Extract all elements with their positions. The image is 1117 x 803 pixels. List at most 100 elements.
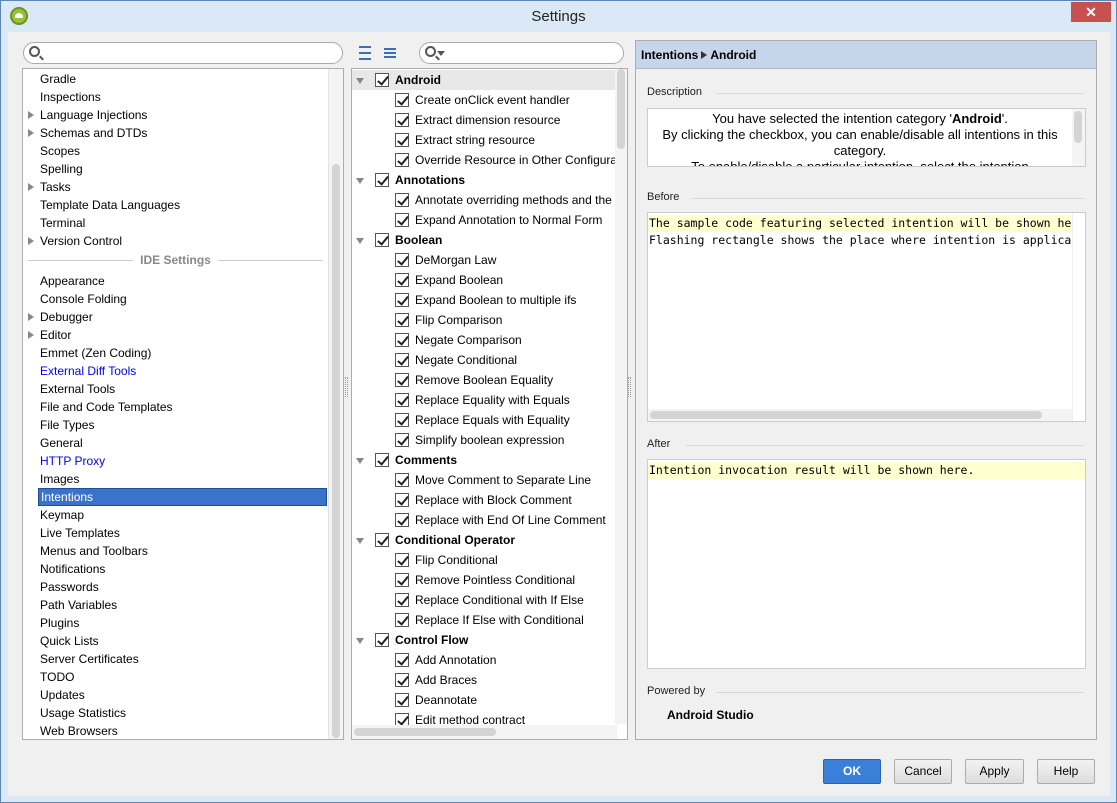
- intention-item[interactable]: Flip Comparison: [352, 310, 617, 330]
- checkbox[interactable]: [395, 373, 409, 387]
- settings-tree-item[interactable]: Intentions: [38, 488, 327, 506]
- checkbox[interactable]: [395, 673, 409, 687]
- checkbox[interactable]: [395, 473, 409, 487]
- intentions-search-input[interactable]: [419, 42, 624, 64]
- intention-item[interactable]: Expand Annotation to Normal Form: [352, 210, 617, 230]
- settings-tree-item[interactable]: Tasks: [23, 178, 328, 196]
- close-button[interactable]: ✕: [1071, 2, 1111, 22]
- checkbox[interactable]: [395, 333, 409, 347]
- before-hscrollbar[interactable]: [648, 409, 1072, 421]
- intention-item[interactable]: Replace with End Of Line Comment: [352, 510, 617, 530]
- checkbox[interactable]: [375, 233, 389, 247]
- settings-tree-item[interactable]: Live Templates: [23, 524, 328, 542]
- before-vscrollbar[interactable]: [1072, 213, 1085, 421]
- scrollbar-thumb[interactable]: [650, 411, 1042, 419]
- checkbox[interactable]: [395, 193, 409, 207]
- expand-arrow-icon[interactable]: [28, 129, 34, 137]
- checkbox[interactable]: [395, 653, 409, 667]
- checkbox[interactable]: [395, 393, 409, 407]
- intention-category[interactable]: Comments: [352, 450, 617, 470]
- intention-item[interactable]: Remove Boolean Equality: [352, 370, 617, 390]
- settings-tree-item[interactable]: Terminal: [23, 214, 328, 232]
- intention-item[interactable]: Replace If Else with Conditional: [352, 610, 617, 630]
- expand-arrow-icon[interactable]: [28, 237, 34, 245]
- settings-tree-item[interactable]: Console Folding: [23, 290, 328, 308]
- settings-search-input[interactable]: [23, 42, 343, 64]
- checkbox[interactable]: [395, 93, 409, 107]
- checkbox[interactable]: [395, 513, 409, 527]
- ok-button[interactable]: OK: [823, 759, 881, 784]
- intention-item[interactable]: Move Comment to Separate Line: [352, 470, 617, 490]
- intention-item[interactable]: Replace with Block Comment: [352, 490, 617, 510]
- intentions-vscrollbar[interactable]: [615, 69, 627, 724]
- expand-arrow-icon[interactable]: [28, 111, 34, 119]
- collapse-arrow-icon[interactable]: [356, 458, 364, 464]
- settings-tree-item[interactable]: Web Browsers: [23, 722, 328, 739]
- intention-category[interactable]: Conditional Operator: [352, 530, 617, 550]
- settings-tree-item[interactable]: Inspections: [23, 88, 328, 106]
- expand-all-icon[interactable]: [358, 46, 372, 60]
- settings-tree-item[interactable]: Template Data Languages: [23, 196, 328, 214]
- settings-tree-item[interactable]: Path Variables: [23, 596, 328, 614]
- checkbox[interactable]: [375, 633, 389, 647]
- checkbox[interactable]: [395, 693, 409, 707]
- intention-item[interactable]: Deannotate: [352, 690, 617, 710]
- checkbox[interactable]: [395, 313, 409, 327]
- scrollbar-thumb[interactable]: [354, 728, 496, 736]
- intention-item[interactable]: Expand Boolean to multiple ifs: [352, 290, 617, 310]
- scrollbar-thumb[interactable]: [332, 164, 340, 738]
- description-scrollbar[interactable]: [1072, 109, 1085, 166]
- intention-item[interactable]: Negate Conditional: [352, 350, 617, 370]
- intention-item[interactable]: Expand Boolean: [352, 270, 617, 290]
- intention-item[interactable]: Replace Conditional with If Else: [352, 590, 617, 610]
- intention-item[interactable]: Extract dimension resource: [352, 110, 617, 130]
- intention-item[interactable]: Replace Equality with Equals: [352, 390, 617, 410]
- settings-tree-item[interactable]: Quick Lists: [23, 632, 328, 650]
- checkbox[interactable]: [395, 433, 409, 447]
- collapse-arrow-icon[interactable]: [356, 538, 364, 544]
- intention-category[interactable]: Annotations: [352, 170, 617, 190]
- settings-tree-item[interactable]: Schemas and DTDs: [23, 124, 328, 142]
- checkbox[interactable]: [395, 573, 409, 587]
- title-bar[interactable]: Settings ✕: [1, 1, 1116, 31]
- settings-tree-item[interactable]: External Diff Tools: [23, 362, 328, 380]
- collapse-all-icon[interactable]: [383, 46, 397, 60]
- collapse-arrow-icon[interactable]: [356, 638, 364, 644]
- checkbox[interactable]: [395, 493, 409, 507]
- checkbox[interactable]: [395, 353, 409, 367]
- settings-tree-item[interactable]: HTTP Proxy: [23, 452, 328, 470]
- settings-tree-item[interactable]: Emmet (Zen Coding): [23, 344, 328, 362]
- settings-tree-item[interactable]: Debugger: [23, 308, 328, 326]
- collapse-arrow-icon[interactable]: [356, 178, 364, 184]
- scrollbar-thumb[interactable]: [617, 69, 625, 149]
- intention-category[interactable]: Boolean: [352, 230, 617, 250]
- settings-tree-item[interactable]: Appearance: [23, 272, 328, 290]
- settings-tree-item[interactable]: Plugins: [23, 614, 328, 632]
- checkbox[interactable]: [395, 593, 409, 607]
- checkbox[interactable]: [395, 273, 409, 287]
- collapse-arrow-icon[interactable]: [356, 78, 364, 84]
- settings-tree-item[interactable]: Version Control: [23, 232, 328, 250]
- intention-item[interactable]: Remove Pointless Conditional: [352, 570, 617, 590]
- intention-category[interactable]: Android: [352, 70, 617, 90]
- intention-item[interactable]: Flip Conditional: [352, 550, 617, 570]
- settings-tree-item[interactable]: Usage Statistics: [23, 704, 328, 722]
- settings-tree-item[interactable]: Server Certificates: [23, 650, 328, 668]
- intention-item[interactable]: Replace Equals with Equality: [352, 410, 617, 430]
- intention-item[interactable]: Add Annotation: [352, 650, 617, 670]
- settings-tree-item[interactable]: Language Injections: [23, 106, 328, 124]
- checkbox[interactable]: [395, 153, 409, 167]
- settings-tree-scrollbar[interactable]: [328, 69, 343, 739]
- checkbox[interactable]: [375, 453, 389, 467]
- apply-button[interactable]: Apply: [965, 759, 1024, 784]
- expand-arrow-icon[interactable]: [28, 183, 34, 191]
- checkbox[interactable]: [395, 293, 409, 307]
- settings-tree-item[interactable]: General: [23, 434, 328, 452]
- expand-arrow-icon[interactable]: [28, 331, 34, 339]
- settings-tree-item[interactable]: Notifications: [23, 560, 328, 578]
- checkbox[interactable]: [375, 533, 389, 547]
- intention-item[interactable]: Create onClick event handler: [352, 90, 617, 110]
- intention-category[interactable]: Control Flow: [352, 630, 617, 650]
- settings-tree-item[interactable]: Menus and Toolbars: [23, 542, 328, 560]
- checkbox[interactable]: [395, 413, 409, 427]
